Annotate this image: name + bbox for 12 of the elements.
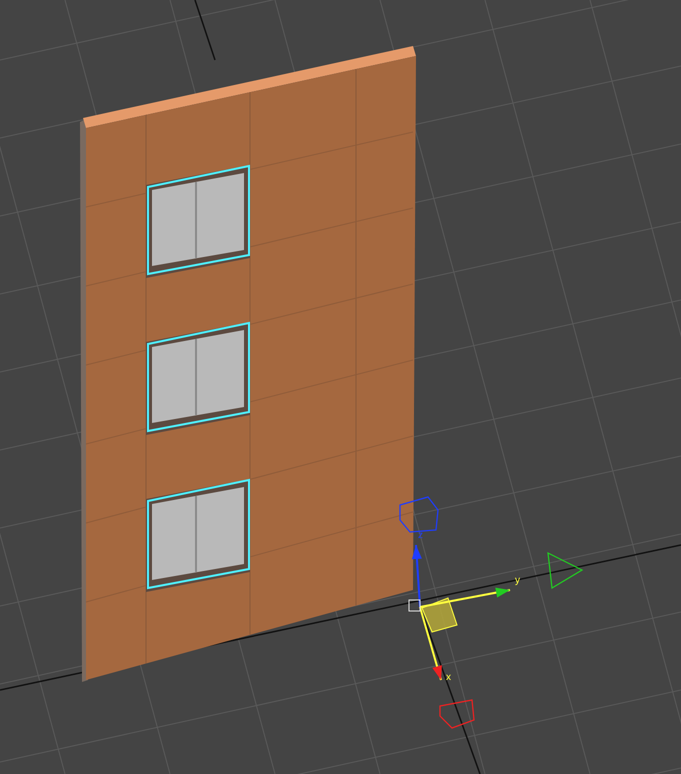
window-drawing[interactable] — [146, 322, 250, 435]
axis-label: x — [446, 672, 451, 683]
axis-arrow-icon[interactable] — [419, 606, 475, 729]
axis-label: z — [418, 530, 423, 541]
axis-arrow-icon[interactable] — [420, 552, 584, 608]
window-drawing[interactable] — [146, 164, 250, 278]
axis-label: y — [515, 575, 520, 586]
window-drawing[interactable] — [146, 478, 250, 592]
arrowhead-icon[interactable] — [432, 665, 442, 680]
plane-handle-icon[interactable] — [421, 597, 458, 633]
pivot-square-icon — [408, 600, 420, 612]
arrowhead-icon[interactable] — [495, 588, 510, 598]
